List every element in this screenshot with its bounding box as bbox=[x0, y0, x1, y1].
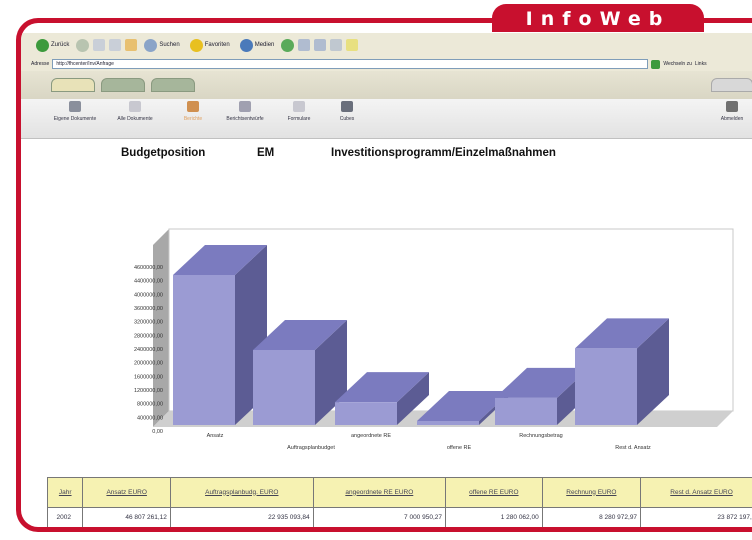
infoweb-tag: InfoWeb bbox=[492, 4, 704, 32]
print-icon[interactable] bbox=[314, 39, 327, 51]
infoweb-frame: Zurück Suchen Favoriten Medien Adresse h… bbox=[16, 18, 752, 532]
x-category-label: Rechnungsbetrag bbox=[519, 433, 562, 439]
forward-arrow-icon[interactable] bbox=[76, 38, 90, 52]
table-header-cell: Jahr bbox=[46, 477, 84, 508]
app-button-6[interactable]: Cubes bbox=[323, 101, 371, 122]
app-button-1[interactable]: Eigene Dokumente bbox=[51, 101, 99, 122]
table-header-row: Jahr Ansatz EURO Auftragsplanbudg. EURO ang… bbox=[46, 477, 752, 508]
messenger-icon[interactable] bbox=[346, 39, 359, 51]
tab-2[interactable] bbox=[101, 78, 145, 92]
bar-front bbox=[253, 350, 315, 425]
table-header-cell[interactable]: angeordnete RE EURO bbox=[312, 477, 446, 508]
home-icon[interactable] bbox=[125, 39, 138, 51]
y-tick-label: 2000000,00 bbox=[134, 361, 163, 367]
edit-icon[interactable] bbox=[330, 39, 343, 51]
table-cell: 7 000 950,27 bbox=[312, 507, 446, 527]
y-tick-label: 0,00 bbox=[152, 429, 163, 435]
cubes-icon bbox=[341, 101, 353, 112]
table-row: 2002 46 807 261,12 22 935 093,84 7 000 950,… bbox=[46, 507, 752, 527]
table-header-cell[interactable]: Rechnung EURO bbox=[541, 477, 642, 508]
table-cell: 22 935 093,84 bbox=[169, 507, 314, 527]
page-header: Budgetposition EM Investitionsprogramm/E… bbox=[21, 147, 752, 161]
table-header-cell[interactable]: Ansatz EURO bbox=[82, 477, 171, 508]
y-tick-label: 1600000,00 bbox=[134, 374, 163, 380]
table-body: 2002 46 807 261,12 22 935 093,84 7 000 950,… bbox=[46, 507, 752, 527]
tab-strip bbox=[21, 71, 752, 99]
bar-front bbox=[495, 397, 557, 425]
x-category-label: Ansatz bbox=[207, 433, 224, 439]
table-cell: 23 872 197,68 bbox=[640, 507, 752, 527]
tab-3[interactable] bbox=[151, 78, 195, 92]
bar-front bbox=[335, 402, 397, 425]
header-budgetposition: Budgetposition bbox=[121, 147, 206, 159]
forms-icon bbox=[293, 101, 305, 112]
app-button-3[interactable]: Berichte bbox=[169, 101, 217, 122]
y-tick-label: 400000,00 bbox=[137, 415, 163, 421]
mail-icon[interactable] bbox=[298, 39, 311, 51]
table-header-cell[interactable]: offene RE EURO bbox=[444, 477, 543, 508]
y-tick-label: 800000,00 bbox=[137, 402, 163, 408]
history-icon[interactable] bbox=[281, 38, 295, 52]
chart-side-wall bbox=[153, 229, 169, 427]
y-tick-label: 2800000,00 bbox=[134, 333, 163, 339]
y-tick-label: 1200000,00 bbox=[134, 388, 163, 394]
y-tick-label: 4400000,00 bbox=[134, 279, 163, 285]
y-tick-label: 4600000,00 bbox=[134, 265, 163, 271]
table-header-cell[interactable]: Auftragsplanbudg. EURO bbox=[169, 477, 314, 508]
media-icon bbox=[239, 38, 253, 52]
y-tick-label: 4000000,00 bbox=[134, 292, 163, 298]
budget-table: Jahr Ansatz EURO Auftragsplanbudg. EURO ang… bbox=[46, 477, 752, 527]
favorites-button[interactable]: Favoriten bbox=[187, 38, 233, 53]
address-input[interactable]: http://fhcenter/Inv/Anfrage bbox=[52, 59, 649, 69]
search-button[interactable]: Suchen bbox=[141, 38, 182, 53]
app-button-2[interactable]: Alle Dokumente bbox=[111, 101, 159, 122]
documents-icon bbox=[69, 101, 81, 112]
app-button-4[interactable]: Berichtsentwürfe bbox=[221, 101, 269, 122]
refresh-icon[interactable] bbox=[109, 39, 122, 51]
app-toolbar: Eigene Dokumente Alle Dokumente Berichte… bbox=[21, 99, 752, 139]
bar-front bbox=[173, 275, 235, 425]
links-button[interactable]: Links bbox=[695, 61, 707, 67]
table-cell: 1 280 062,00 bbox=[444, 507, 543, 527]
table-cell: 46 807 261,12 bbox=[82, 507, 171, 527]
star-icon bbox=[189, 38, 203, 52]
go-icon[interactable] bbox=[651, 59, 661, 69]
address-label: Adresse bbox=[31, 61, 50, 67]
go-button[interactable]: Wechseln zu bbox=[663, 61, 692, 67]
all-documents-icon bbox=[129, 101, 141, 112]
header-program: Investitionsprogramm/Einzelmaßnahmen bbox=[331, 147, 556, 159]
tab-1[interactable] bbox=[51, 78, 95, 92]
x-category-label: angeordnete RE bbox=[351, 433, 391, 439]
budget-chart: 4600000,00 4400000,00 4000000,00 3600000,00… bbox=[134, 228, 734, 451]
x-category-label: Rest d. Ansatz bbox=[615, 445, 651, 451]
reports-icon bbox=[187, 101, 199, 112]
logout-button[interactable]: Abmelden bbox=[709, 101, 752, 122]
table-cell: 2002 bbox=[46, 507, 84, 527]
x-category-label: offene RE bbox=[447, 445, 472, 451]
tab-right[interactable] bbox=[711, 78, 752, 92]
address-bar: Adresse http://fhcenter/Inv/Anfrage Wech… bbox=[21, 57, 752, 71]
header-em: EM bbox=[257, 147, 275, 159]
search-icon bbox=[144, 38, 158, 52]
bar-front bbox=[417, 421, 479, 425]
y-tick-label: 3600000,00 bbox=[134, 306, 163, 312]
table-cell: 8 280 972,97 bbox=[541, 507, 642, 527]
x-category-label: Auftragsplanbudget bbox=[287, 445, 335, 451]
back-arrow-icon bbox=[36, 38, 49, 52]
y-tick-label: 2400000,00 bbox=[134, 347, 163, 353]
y-tick-label: 3200000,00 bbox=[134, 320, 163, 326]
logout-icon bbox=[726, 101, 738, 112]
table-header-cell[interactable]: Rest d. Ansatz EURO bbox=[640, 477, 752, 508]
app-button-5[interactable]: Formulare bbox=[275, 101, 323, 122]
back-button[interactable]: Zurück bbox=[33, 38, 72, 53]
bar-front bbox=[575, 348, 637, 425]
media-button[interactable]: Medien bbox=[237, 38, 278, 53]
drafts-icon bbox=[239, 101, 251, 112]
stop-icon[interactable] bbox=[93, 39, 106, 51]
browser-toolbar: Zurück Suchen Favoriten Medien bbox=[21, 33, 752, 57]
